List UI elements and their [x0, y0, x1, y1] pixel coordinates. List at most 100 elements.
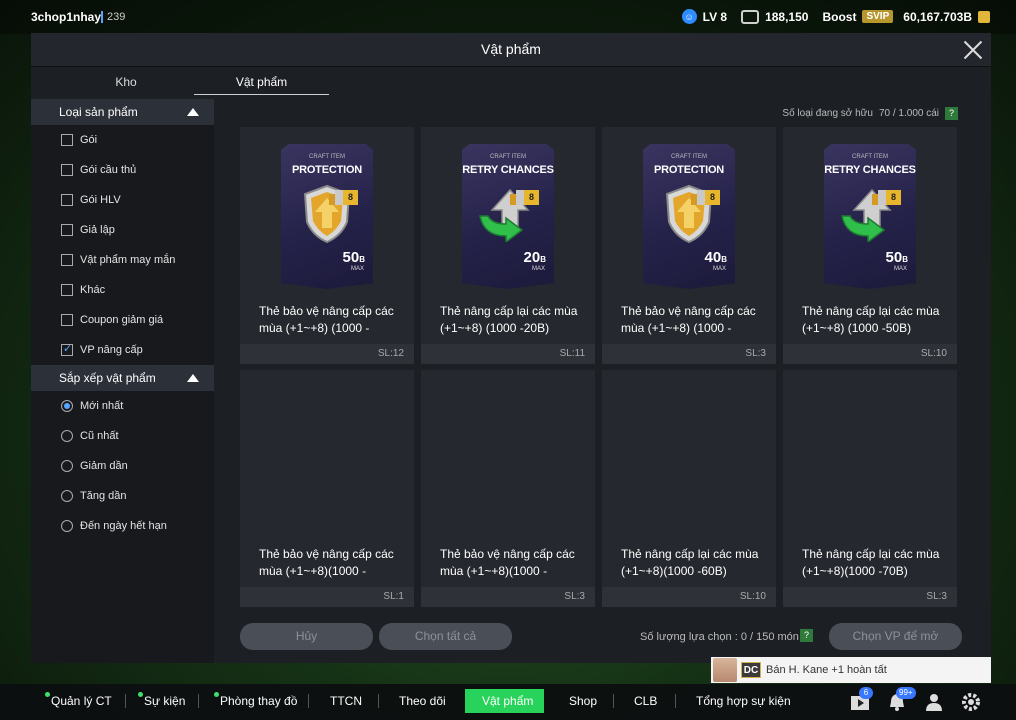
- item-label-line: (+1~+8)(1000 -60B): [621, 564, 727, 578]
- radio[interactable]: [61, 430, 73, 442]
- item-label: Thẻ nâng cấp lại các mùa (+1~+8) (1000 -5…: [802, 303, 952, 337]
- checkbox[interactable]: [61, 164, 73, 176]
- checkbox[interactable]: [61, 194, 73, 206]
- toast-text: Bán H. Kane +1 hoàn tất: [766, 664, 887, 676]
- bell-icon[interactable]: 99+: [887, 687, 916, 712]
- tab-vat-pham[interactable]: Vật phẩm: [194, 75, 329, 89]
- sort-option-expiry[interactable]: Đến ngày hết hạn: [31, 511, 214, 541]
- select-all-button[interactable]: Chọn tất cả: [379, 623, 512, 650]
- sort-option-label: Cũ nhất: [80, 430, 119, 442]
- level-badge: 8: [343, 190, 358, 205]
- item-card[interactable]: Thẻ nâng cấp lại các mùa (+1~+8)(1000 -60…: [602, 370, 776, 607]
- nav-quan-ly-ct[interactable]: Quản lý CT: [45, 692, 112, 708]
- art-title: PROTECTION: [291, 164, 363, 176]
- checkbox-checked[interactable]: [61, 342, 73, 356]
- art-value: 50B: [886, 249, 908, 266]
- top-status-bar: 3chop1nhay 239 ☺ LV 8 188,150 Boost SVIP…: [0, 0, 1016, 34]
- item-label: Thẻ bảo vệ nâng cấp các mùa (+1~+8)(1000 …: [259, 546, 409, 580]
- checkbox[interactable]: [61, 314, 73, 326]
- checkbox[interactable]: [61, 284, 73, 296]
- owned-count: Số loại đang sở hữu 70 / 1.000 cái ?: [782, 107, 958, 120]
- filter-option-goi[interactable]: Gói: [31, 125, 214, 155]
- item-card[interactable]: Thẻ nâng cấp lại các mùa (+1~+8)(1000 -70…: [783, 370, 957, 607]
- nav-clb[interactable]: CLB: [634, 694, 657, 708]
- nav-tong-hop-su-kien[interactable]: Tổng hợp sự kiện: [696, 694, 791, 708]
- item-card[interactable]: CRAFT ITEM RETRY CHANCES 8 20B MAX Thẻ n…: [421, 127, 595, 364]
- max-label: MAX: [531, 266, 545, 272]
- checkbox[interactable]: [61, 134, 73, 146]
- collapse-triangle-icon[interactable]: [187, 374, 199, 382]
- item-label-line: mùa (+1~+8) (1000 -: [621, 321, 732, 335]
- sort-option-descending[interactable]: Giảm dần: [31, 451, 214, 481]
- nav-label: Quản lý CT: [51, 694, 112, 708]
- sort-option-oldest[interactable]: Cũ nhất: [31, 421, 214, 451]
- nav-vat-pham[interactable]: Vật phẩm: [482, 694, 533, 708]
- value-unit: B: [902, 255, 908, 264]
- type-filter-header[interactable]: Loại sản phẩm: [31, 99, 214, 125]
- filter-option-vp-nang-cap[interactable]: VP nâng cấp: [31, 335, 214, 365]
- filter-option-gia-lap[interactable]: Giả lập: [31, 215, 214, 245]
- protection-card-art: CRAFT ITEM PROTECTION 8 50B MAX: [281, 144, 373, 289]
- events-badge: 6: [859, 687, 873, 699]
- currency-2: 60,167.703B: [903, 9, 972, 24]
- filter-option-khac[interactable]: Khác: [31, 275, 214, 305]
- close-icon[interactable]: [961, 38, 985, 62]
- filter-option-goi-cau-thu[interactable]: Gói cầu thủ: [31, 155, 214, 185]
- bp-coin-icon: [978, 10, 990, 23]
- help-icon[interactable]: ?: [945, 107, 958, 120]
- radio-selected[interactable]: [61, 400, 73, 412]
- filter-option-goi-hlv[interactable]: Gói HLV: [31, 185, 214, 215]
- user-level: 239: [101, 11, 125, 23]
- item-quantity: SL:3: [421, 587, 595, 607]
- art-caption: CRAFT ITEM: [309, 154, 345, 160]
- open-item-button[interactable]: Chọn VP để mở: [829, 623, 962, 650]
- nav-shop[interactable]: Shop: [569, 694, 597, 708]
- play-event-icon[interactable]: 6: [850, 687, 873, 712]
- new-dot-icon: [45, 692, 50, 697]
- level-smiley-icon: ☺: [681, 9, 697, 24]
- nav-divider: [125, 694, 126, 708]
- currency-1: 188,150: [765, 9, 809, 24]
- radio[interactable]: [61, 490, 73, 502]
- svip-badge[interactable]: SVIP: [862, 10, 894, 23]
- nav-theo-doi[interactable]: Theo dõi: [399, 694, 446, 708]
- cancel-button[interactable]: Hủy: [240, 623, 373, 650]
- nav-ttcn[interactable]: TTCN: [330, 694, 362, 708]
- sort-option-newest[interactable]: Mới nhất: [31, 391, 214, 421]
- tab-kho[interactable]: Kho: [71, 75, 181, 89]
- radio[interactable]: [61, 460, 73, 472]
- protection-card-art: CRAFT ITEM PROTECTION 8 40B MAX: [643, 144, 735, 289]
- item-card[interactable]: CRAFT ITEM PROTECTION 8 50B MAX Thẻ bảo …: [240, 127, 414, 364]
- nav-divider: [613, 694, 614, 708]
- season-badge: DC: [741, 662, 761, 678]
- max-label: MAX: [893, 266, 907, 272]
- profile-icon[interactable]: [924, 692, 944, 712]
- collapse-triangle-icon[interactable]: [187, 108, 199, 116]
- item-card[interactable]: Thẻ bảo vệ nâng cấp các mùa (+1~+8)(1000 …: [421, 370, 595, 607]
- sort-header[interactable]: Sắp xếp vật phẩm: [31, 365, 214, 391]
- nav-label: Sự kiện: [144, 694, 186, 708]
- item-card[interactable]: Thẻ bảo vệ nâng cấp các mùa (+1~+8)(1000 …: [240, 370, 414, 607]
- filter-option-label: Khác: [80, 284, 106, 296]
- help-icon[interactable]: ?: [800, 629, 813, 642]
- filter-option-may-man[interactable]: Vật phẩm may mắn: [31, 245, 214, 275]
- item-card[interactable]: CRAFT ITEM RETRY CHANCES 8 50B MAX Thẻ n…: [783, 127, 957, 364]
- filter-option-label: Coupon giảm giá: [80, 314, 164, 326]
- bottom-navigation: Quản lý CT Sự kiện Phòng thay đồ TTCN Th…: [0, 684, 1016, 720]
- boost-label[interactable]: Boost: [822, 10, 856, 24]
- nav-phong-thay-do[interactable]: Phòng thay đồ: [214, 692, 297, 708]
- item-card[interactable]: CRAFT ITEM PROTECTION 8 40B MAX Thẻ bảo …: [602, 127, 776, 364]
- sort-option-ascending[interactable]: Tăng dần: [31, 481, 214, 511]
- max-label: MAX: [350, 266, 364, 272]
- radio[interactable]: [61, 520, 73, 532]
- checkbox[interactable]: [61, 224, 73, 236]
- filter-option-coupon[interactable]: Coupon giảm giá: [31, 305, 214, 335]
- item-grid: CRAFT ITEM PROTECTION 8 50B MAX Thẻ bảo …: [240, 127, 960, 607]
- nav-su-kien[interactable]: Sự kiện: [138, 692, 186, 708]
- level-label: LV 8: [702, 9, 728, 24]
- gear-icon[interactable]: [961, 692, 981, 712]
- checkbox[interactable]: [61, 254, 73, 266]
- item-label: Thẻ nâng cấp lại các mùa (+1~+8)(1000 -70…: [802, 546, 952, 580]
- nav-divider: [378, 694, 379, 708]
- level-badge: 8: [886, 190, 901, 205]
